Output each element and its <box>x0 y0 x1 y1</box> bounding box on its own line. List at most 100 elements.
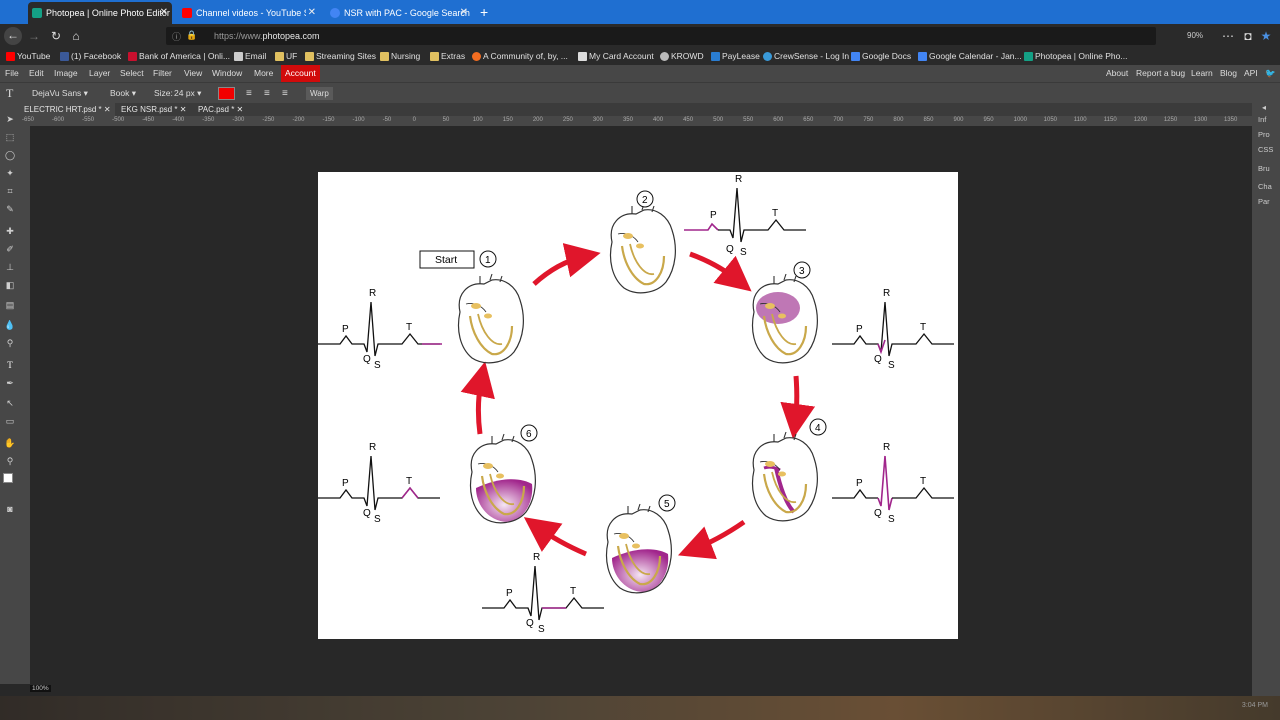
link-about[interactable]: About <box>1106 65 1128 82</box>
shape-tool-icon[interactable]: ▭ <box>4 415 16 427</box>
bookmark-photopea[interactable]: Photopea | Online Pho... <box>1024 48 1127 65</box>
close-tab-icon[interactable]: ✕ <box>460 2 468 24</box>
menu-filter[interactable]: Filter <box>153 65 172 82</box>
warp-button[interactable]: Warp <box>306 87 333 100</box>
link-learn[interactable]: Learn <box>1191 65 1213 82</box>
align-center-icon[interactable]: ≡ <box>264 83 270 104</box>
collapse-panel-icon[interactable]: ◂ <box>1262 103 1266 112</box>
folder-icon <box>430 52 439 61</box>
link-report-bug[interactable]: Report a bug <box>1136 65 1185 82</box>
link-blog[interactable]: Blog <box>1220 65 1237 82</box>
font-size-input[interactable]: 24 px ▾ <box>174 83 201 104</box>
menu-edit[interactable]: Edit <box>29 65 44 82</box>
doc-tab-pac[interactable]: PAC.psd * ✕ <box>194 103 247 116</box>
info-icon[interactable]: ⓘ <box>172 30 181 43</box>
menu-more[interactable]: More <box>254 65 273 82</box>
doc-tab-ekg-nsr[interactable]: EKG NSR.psd * ✕ <box>117 103 190 116</box>
bookmark-facebook[interactable]: (1) Facebook <box>60 48 121 65</box>
quick-mask-icon[interactable]: ◙ <box>4 503 16 515</box>
menu-window[interactable]: Window <box>212 65 242 82</box>
arrow-4-to-5 <box>678 519 746 560</box>
bookmark-streaming-sites[interactable]: Streaming Sites <box>305 48 376 65</box>
marquee-tool-icon[interactable]: ⬚ <box>4 131 16 143</box>
panel-paragraph[interactable]: Par <box>1258 197 1270 206</box>
eraser-tool-icon[interactable]: ◧ <box>4 279 16 291</box>
zoom-tool-icon[interactable]: ⚲ <box>4 455 16 467</box>
bookmark-extras[interactable]: Extras <box>430 48 465 65</box>
text-color-swatch[interactable] <box>218 87 235 100</box>
more-actions-icon[interactable]: ⋯ <box>1220 28 1236 44</box>
zoom-level[interactable]: 90% <box>1187 24 1203 48</box>
bookmark-email[interactable]: Email <box>234 48 266 65</box>
bookmark-my-card-account[interactable]: My Card Account <box>578 48 654 65</box>
address-bar[interactable]: ⓘ 🔒 https://www.photopea.com <box>166 27 1156 45</box>
bookmark-google-calendar[interactable]: Google Calendar - Jan... <box>918 48 1022 65</box>
tab-photopea[interactable]: Photopea | Online Photo Editor ✕ <box>28 2 172 24</box>
cardiac-conduction-diagram: R P Q S T R P Q S T R P Q S T R P Q S T … <box>318 174 955 635</box>
link-api[interactable]: API <box>1244 65 1258 82</box>
panel-css[interactable]: CSS <box>1258 145 1273 154</box>
font-family-select[interactable]: DejaVu Sans ▾ <box>32 83 88 104</box>
home-button[interactable]: ⌂ <box>68 28 84 44</box>
close-doc-icon[interactable]: ✕ <box>180 105 187 114</box>
forward-button[interactable]: → <box>26 28 42 44</box>
close-tab-icon[interactable]: ✕ <box>160 2 168 24</box>
tab-youtube-studio[interactable]: Channel videos - YouTube Studio ✕ <box>178 2 320 24</box>
tab-google-search[interactable]: NSR with PAC - Google Search ✕ <box>326 2 472 24</box>
doc-tab-electric-hrt[interactable]: ELECTRIC HRT.psd * ✕ <box>20 103 115 116</box>
type-tool-icon[interactable]: T <box>4 359 16 371</box>
bookmark-nursing[interactable]: Nursing <box>380 48 420 65</box>
twitter-icon[interactable]: 🐦 <box>1265 65 1276 82</box>
bookmark-bank-of-america[interactable]: Bank of America | Onli... <box>128 48 230 65</box>
hand-tool-icon[interactable]: ✋ <box>4 437 16 449</box>
ruler-label: 800 <box>893 117 904 123</box>
magic-wand-tool-icon[interactable]: ✦ <box>4 167 16 179</box>
menu-select[interactable]: Select <box>120 65 144 82</box>
pocket-icon[interactable]: ◘ <box>1240 28 1256 44</box>
menu-view[interactable]: View <box>184 65 202 82</box>
move-tool-icon[interactable]: ➤ <box>4 113 16 125</box>
menu-layer[interactable]: Layer <box>89 65 110 82</box>
panel-properties[interactable]: Pro <box>1258 130 1270 139</box>
new-tab-button[interactable]: + <box>480 2 488 22</box>
account-button[interactable]: Account <box>281 65 320 82</box>
dodge-tool-icon[interactable]: ⚲ <box>4 337 16 349</box>
gradient-tool-icon[interactable]: ▤ <box>4 299 16 311</box>
pen-tool-icon[interactable]: ✒ <box>4 377 16 389</box>
close-tab-icon[interactable]: ✕ <box>308 2 316 24</box>
close-doc-icon[interactable]: ✕ <box>104 105 111 114</box>
lasso-tool-icon[interactable]: ◯ <box>4 149 16 161</box>
panel-character[interactable]: Cha <box>1258 182 1272 191</box>
panel-info[interactable]: Inf <box>1258 115 1266 124</box>
reload-button[interactable]: ↻ <box>48 28 64 44</box>
panel-brush[interactable]: Bru <box>1258 164 1270 173</box>
crop-tool-icon[interactable]: ⌗ <box>4 185 16 197</box>
eyedropper-tool-icon[interactable]: ✎ <box>4 203 16 215</box>
ruler-label: -400 <box>172 117 185 123</box>
bookmark-google-docs[interactable]: Google Docs <box>851 48 911 65</box>
path-select-tool-icon[interactable]: ↖ <box>4 397 16 409</box>
bookmark-crewsense[interactable]: CrewSense - Log In <box>763 48 849 65</box>
foreground-color-swatch[interactable] <box>3 473 13 483</box>
blur-tool-icon[interactable]: 💧 <box>4 319 16 331</box>
zoom-percentage[interactable]: 100% <box>30 685 51 692</box>
bookmark-krowd[interactable]: KROWD <box>660 48 704 65</box>
brush-tool-icon[interactable]: ✐ <box>4 243 16 255</box>
bookmark-star-icon[interactable]: ★ <box>1258 28 1274 44</box>
close-doc-icon[interactable]: ✕ <box>237 105 244 114</box>
align-right-icon[interactable]: ≡ <box>282 83 288 104</box>
bookmark-uf[interactable]: UF <box>275 48 297 65</box>
bookmark-paylease[interactable]: PayLease <box>711 48 760 65</box>
align-left-icon[interactable]: ≡ <box>246 83 252 104</box>
menu-file[interactable]: File <box>5 65 19 82</box>
healing-tool-icon[interactable]: ✚ <box>4 225 16 237</box>
bookmark-youtube[interactable]: YouTube <box>6 48 50 65</box>
clone-stamp-tool-icon[interactable]: ⊥ <box>4 261 16 273</box>
font-style-select[interactable]: Book ▾ <box>110 83 136 104</box>
document-canvas[interactable]: R P Q S T R P Q S T R P Q S T R P Q S T … <box>318 172 958 639</box>
back-button[interactable]: ← <box>4 27 22 45</box>
taskbar-clock[interactable]: 3:04 PM <box>1242 702 1268 709</box>
arrow-3-to-4 <box>780 375 816 439</box>
bookmark-community[interactable]: A Community of, by, ... <box>472 48 568 65</box>
menu-image[interactable]: Image <box>54 65 78 82</box>
